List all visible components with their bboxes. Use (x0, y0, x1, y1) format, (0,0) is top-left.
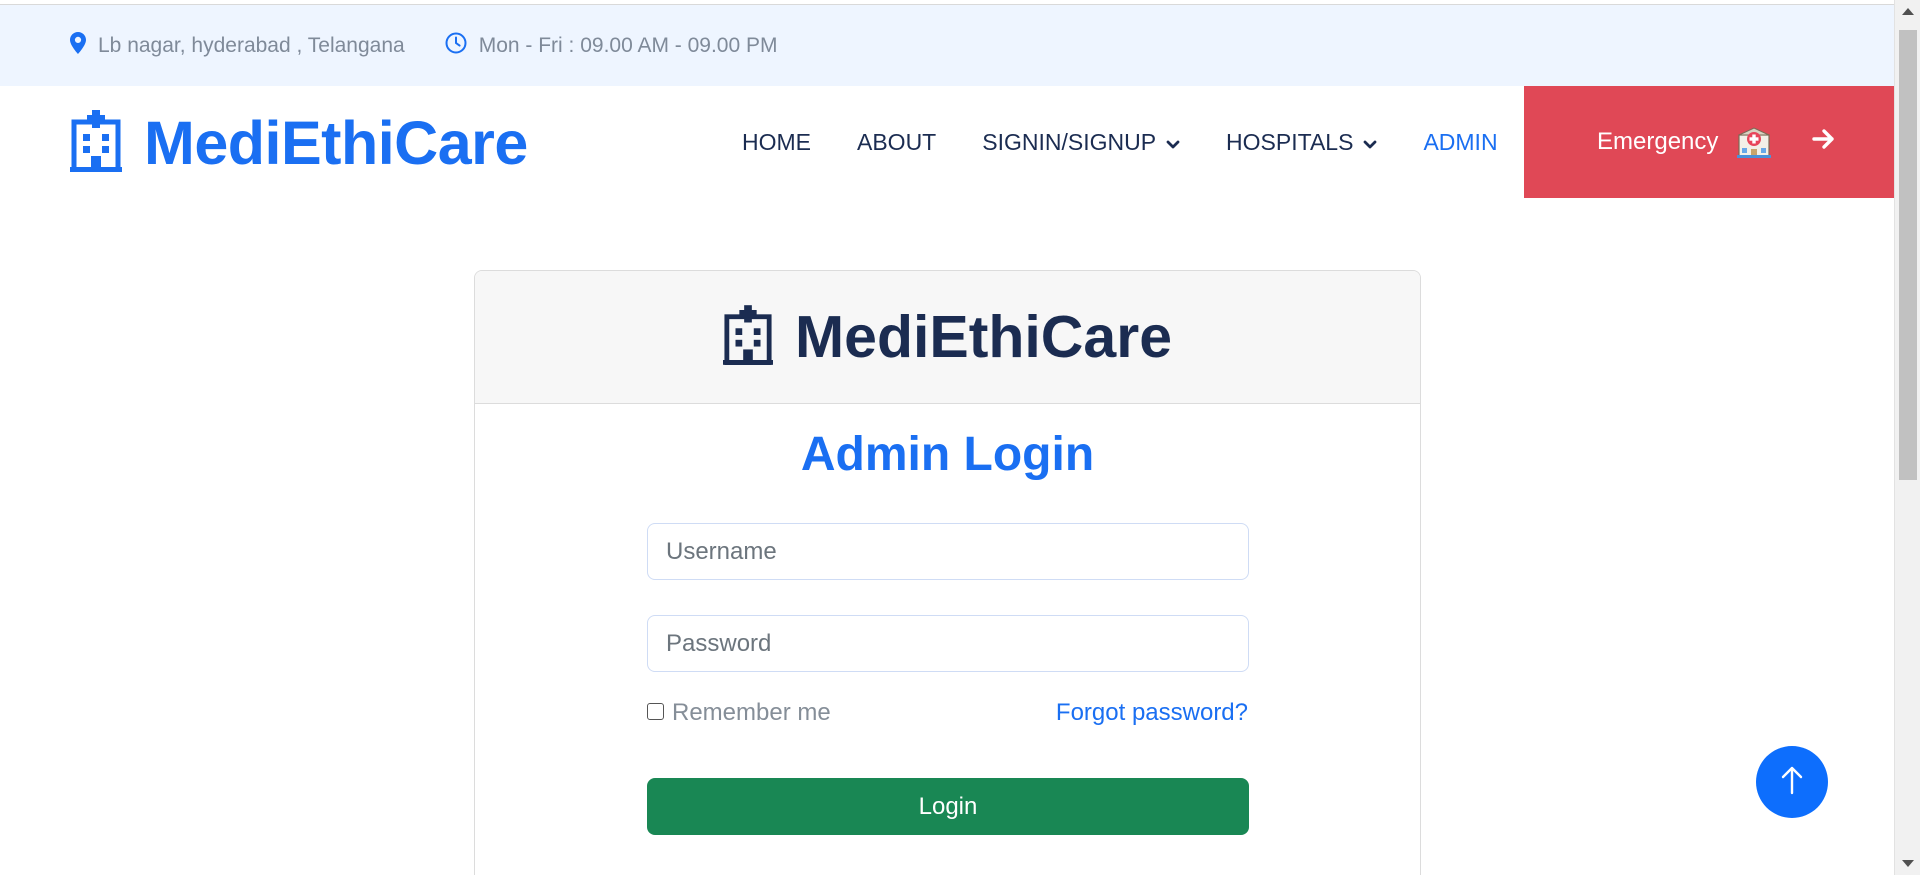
arrow-right-icon (1812, 128, 1836, 157)
forgot-password-link[interactable]: Forgot password? (1056, 699, 1248, 727)
nav-hospitals-dropdown[interactable]: HOSPITALS (1226, 129, 1377, 156)
nav-admin-label: ADMIN (1423, 128, 1498, 155)
card-brand-name: MediEthiCare (794, 304, 1173, 370)
chevron-down-icon (1166, 129, 1180, 156)
scroll-down-arrow-icon[interactable] (1902, 860, 1914, 867)
scroll-up-arrow-icon[interactable] (1902, 8, 1914, 15)
nav-admin[interactable]: ADMIN (1423, 129, 1497, 156)
hospital-building-icon (70, 109, 122, 177)
nav-hospitals-label: HOSPITALS (1226, 128, 1354, 155)
emergency-button[interactable]: Emergency (1524, 86, 1894, 198)
top-info-bar: Lb nagar, hyderabad , Telangana Mon - Fr… (0, 5, 1894, 86)
nav-signin-signup-label: SIGNIN/SIGNUP (982, 128, 1157, 155)
nav-about[interactable]: ABOUT (857, 129, 936, 156)
login-button[interactable]: Login (647, 778, 1249, 835)
hospital-emoji-icon (1736, 126, 1772, 158)
scrollbar-thumb[interactable] (1899, 30, 1917, 480)
nav-links: HOME ABOUT SIGNIN/SIGNUP HOSPITALS ADMIN (742, 86, 1544, 198)
password-input[interactable] (647, 615, 1249, 672)
main-navbar: MediEthiCare HOME ABOUT SIGNIN/SIGNUP HO… (0, 86, 1894, 198)
remember-me-label: Remember me (672, 699, 831, 726)
remember-me-checkbox[interactable] (647, 702, 664, 720)
page-title: Admin Login (800, 428, 1095, 481)
back-to-top-button[interactable] (1756, 746, 1828, 818)
hours-info: Mon - Fri : 09.00 AM - 09.00 PM (445, 32, 778, 60)
remember-me[interactable]: Remember me (647, 699, 831, 727)
nav-home-label: HOME (742, 128, 811, 155)
brand-logo[interactable]: MediEthiCare (70, 108, 528, 178)
arrow-up-icon (1781, 765, 1803, 800)
hours-text: Mon - Fri : 09.00 AM - 09.00 PM (478, 33, 778, 57)
clock-icon (445, 32, 479, 60)
page-scrollbar[interactable] (1894, 0, 1920, 875)
brand-name: MediEthiCare (144, 109, 528, 177)
admin-login-card: MediEthiCare Admin Login Remember me For… (474, 270, 1421, 875)
username-input[interactable] (647, 523, 1249, 580)
map-pin-icon (70, 31, 98, 60)
nav-about-label: ABOUT (857, 128, 937, 155)
location-info: Lb nagar, hyderabad , Telangana (70, 31, 405, 60)
location-text: Lb nagar, hyderabad , Telangana (98, 33, 405, 57)
chevron-down-icon (1363, 129, 1377, 156)
emergency-label: Emergency (1597, 128, 1719, 155)
hospital-building-icon (722, 304, 773, 370)
card-header: MediEthiCare (475, 271, 1420, 404)
nav-home[interactable]: HOME (742, 129, 811, 156)
nav-signin-signup-dropdown[interactable]: SIGNIN/SIGNUP (982, 129, 1180, 156)
